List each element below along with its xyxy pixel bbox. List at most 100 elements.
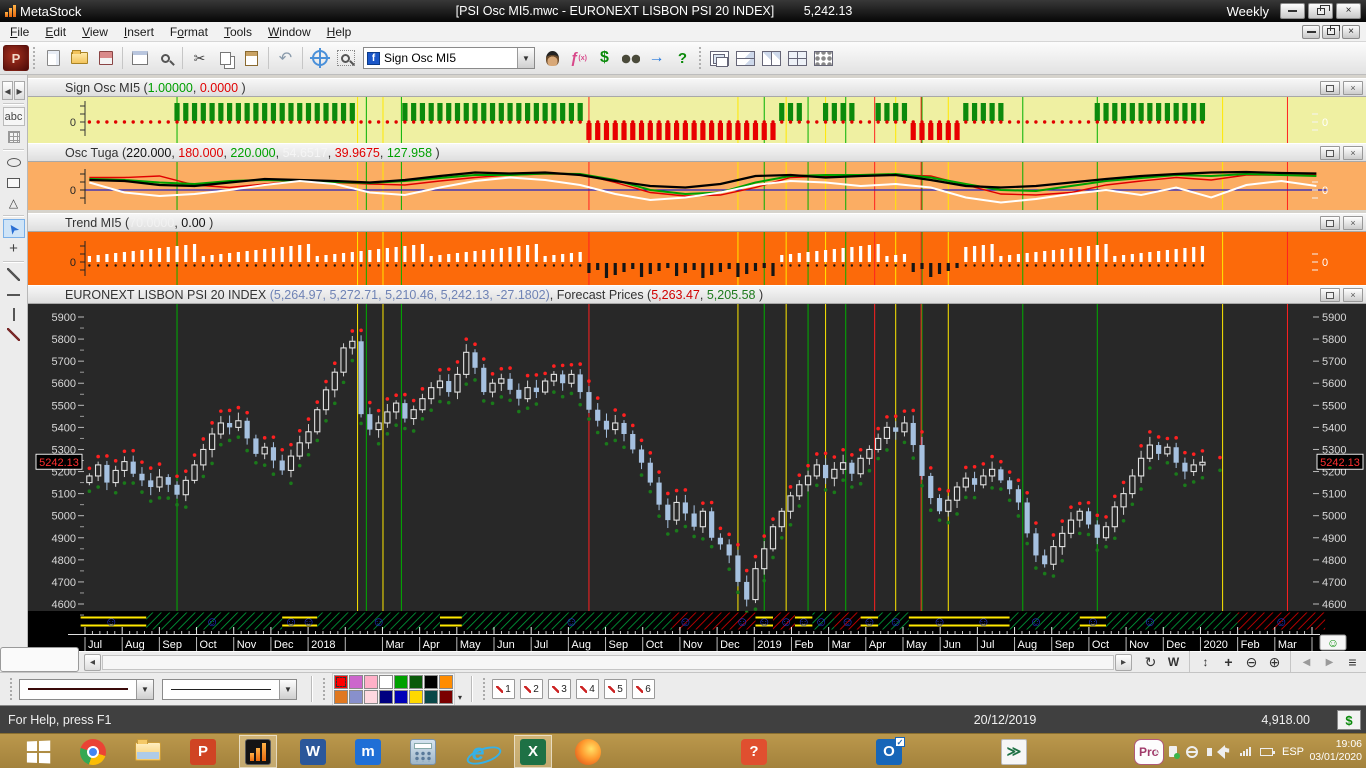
network-icon[interactable]	[1186, 745, 1199, 758]
taskbar-outlook[interactable]: O ✓	[870, 735, 908, 768]
panel-header-main-chart[interactable]: EURONEXT LISBON PSI 20 INDEX (5,264.97, …	[28, 285, 1366, 304]
menu-view[interactable]: View	[74, 23, 116, 41]
scroll-right-button[interactable]: ▸	[1115, 653, 1132, 671]
grid-tool[interactable]	[3, 127, 25, 146]
new-chart-button[interactable]	[41, 46, 66, 71]
color-swatch[interactable]	[439, 689, 453, 704]
menu-format[interactable]: Format	[162, 23, 216, 41]
signal-strength-icon[interactable]	[1239, 747, 1251, 756]
menu-file[interactable]: File	[2, 23, 37, 41]
panel-header-trend-mi5[interactable]: Trend MI5 (70.0000, 0.00 ) ×	[28, 213, 1366, 232]
zoom-in-button[interactable]: ⊕	[1264, 654, 1285, 671]
context-help-button[interactable]: ?	[670, 46, 695, 71]
taskbar-project[interactable]: ≫	[995, 735, 1033, 768]
taskbar-chrome[interactable]	[74, 735, 112, 768]
minimized-window-corner[interactable]	[0, 647, 79, 672]
horizontal-line-tool[interactable]	[3, 285, 25, 304]
panel-maximize-button[interactable]	[1320, 216, 1340, 230]
color-swatch[interactable]	[409, 689, 423, 704]
speaker-icon[interactable]	[1207, 744, 1226, 759]
palette-dropdown-button[interactable]: ▾	[455, 675, 465, 704]
color-swatch[interactable]	[424, 689, 438, 704]
color-swatch[interactable]	[379, 674, 393, 689]
rectangle-tool[interactable]	[3, 173, 25, 192]
open-button[interactable]	[67, 46, 92, 71]
save-button[interactable]	[93, 46, 118, 71]
color-swatch[interactable]	[349, 689, 363, 704]
toolbar-grip[interactable]	[323, 678, 328, 700]
copy-button[interactable]	[213, 46, 238, 71]
refresh-button[interactable]: ↻	[1140, 654, 1161, 671]
semilog-trendline-tool[interactable]	[3, 325, 25, 344]
toolbar-grip[interactable]	[699, 47, 703, 69]
mdi-close-button[interactable]: ×	[1342, 24, 1360, 39]
power-console-button[interactable]: P	[3, 45, 29, 71]
menu-help[interactable]: Help	[319, 23, 360, 41]
layout-button-4[interactable]: 4	[576, 679, 599, 699]
color-swatch[interactable]	[379, 689, 393, 704]
color-swatch[interactable]	[364, 674, 378, 689]
color-swatch[interactable]	[364, 689, 378, 704]
system-tester-button[interactable]: $	[592, 46, 617, 71]
ellipse-tool[interactable]	[3, 153, 25, 172]
taskbar-excel[interactable]: X	[514, 735, 552, 768]
zoom-select-button[interactable]	[333, 46, 358, 71]
smiley-button[interactable]: ☺	[1319, 634, 1347, 651]
panel-close-button[interactable]: ×	[1343, 288, 1363, 302]
usb-device-icon[interactable]	[1169, 746, 1181, 759]
layout-button-5[interactable]: 5	[604, 679, 627, 699]
tools-scroll-left-button[interactable]: ◂	[2, 81, 13, 100]
undo-button[interactable]: ↶	[273, 46, 298, 71]
chart-list-button[interactable]: ≡	[1342, 654, 1363, 671]
scroll-left-button[interactable]: ◂	[84, 653, 101, 671]
pointer-tool[interactable]: ➤	[2, 219, 25, 238]
color-swatch[interactable]	[424, 674, 438, 689]
color-swatch[interactable]	[409, 674, 423, 689]
color-swatch[interactable]	[334, 674, 348, 689]
print-preview-button[interactable]	[153, 46, 178, 71]
taskbar-internet-explorer[interactable]: e	[459, 735, 497, 768]
panel-close-button[interactable]: ×	[1343, 216, 1363, 230]
taskbar-metastock[interactable]	[239, 735, 277, 768]
taskbar-calculator[interactable]	[404, 735, 442, 768]
battery-icon[interactable]	[1259, 747, 1275, 756]
panel-header-osc-tuga[interactable]: Osc Tuga (220.000, 180.000, 220.000, 54.…	[28, 143, 1366, 162]
crosshair-tool[interactable]: +	[3, 239, 25, 258]
vertical-line-tool[interactable]	[3, 305, 25, 324]
taskbar-maxthon[interactable]: m	[349, 735, 387, 768]
downloader-button[interactable]: →	[644, 46, 669, 71]
menu-edit[interactable]: Edit	[37, 23, 74, 41]
taskbar-help-app[interactable]: ?	[735, 735, 773, 768]
panel-close-button[interactable]: ×	[1343, 81, 1363, 95]
next-chart-button[interactable]: ▶	[1319, 654, 1340, 671]
cascade-windows-button[interactable]	[707, 46, 732, 71]
explorer-button[interactable]	[618, 46, 643, 71]
tile-quad-button[interactable]	[785, 46, 810, 71]
indicator-builder-button[interactable]: ƒ (x)	[566, 46, 591, 71]
chart-properties-button[interactable]	[127, 46, 152, 71]
panel-close-button[interactable]: ×	[1343, 146, 1363, 160]
minimize-button[interactable]	[1280, 3, 1305, 19]
close-button[interactable]: ×	[1336, 3, 1361, 19]
layout-button-2[interactable]: 2	[520, 679, 543, 699]
horizontal-scrollbar[interactable]	[102, 654, 1114, 670]
pan-button[interactable]: +	[1218, 654, 1239, 671]
crosshair-button[interactable]	[307, 46, 332, 71]
arrange-options-button[interactable]	[811, 46, 836, 71]
dropdown-button[interactable]: ▼	[279, 679, 296, 699]
previous-chart-button[interactable]: ◀	[1296, 654, 1317, 671]
panel-header-sign-osc[interactable]: Sign Osc MI5 (1.00000, 0.0000 ) ×	[28, 78, 1366, 97]
toolbar-grip[interactable]	[10, 678, 15, 700]
restore-button[interactable]	[1308, 3, 1333, 19]
expert-advisor-button[interactable]	[540, 46, 565, 71]
panel-maximize-button[interactable]	[1320, 81, 1340, 95]
dropdown-button[interactable]: ▼	[136, 679, 153, 699]
color-swatch[interactable]	[349, 674, 363, 689]
triangle-tool[interactable]: △	[3, 193, 25, 212]
panel-maximize-button[interactable]	[1320, 146, 1340, 160]
color-swatch[interactable]	[439, 674, 453, 689]
line-weight-dropdown[interactable]: ▼	[162, 678, 297, 700]
taskbar-file-explorer[interactable]	[129, 735, 167, 768]
trend-mi5-panel[interactable]: 00	[28, 232, 1366, 285]
taskbar-word[interactable]: W	[294, 735, 332, 768]
